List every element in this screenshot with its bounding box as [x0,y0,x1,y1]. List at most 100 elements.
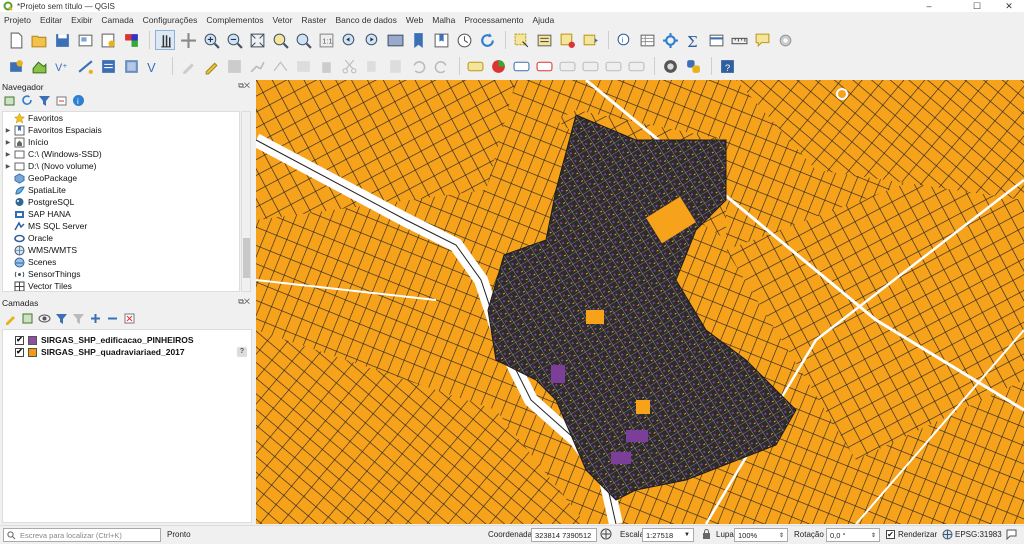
map-render[interactable] [256,80,1024,524]
show-bookmarks-icon[interactable] [431,30,451,50]
menu-item[interactable]: Processamento [464,15,523,25]
change-label-icon[interactable] [626,56,646,76]
open-project-icon[interactable] [29,30,49,50]
rotation-field[interactable]: 0,0 ° ⇕ [826,528,880,542]
collapse-all-icon[interactable] [55,94,68,107]
expand-arrow-icon[interactable]: ▶ [3,127,13,134]
pan-to-selection-icon[interactable] [178,30,198,50]
menu-item[interactable]: Complementos [206,15,263,25]
properties-info-icon[interactable]: i [72,94,85,107]
render-checkbox[interactable]: ✔ [886,530,895,539]
new-bookmark-icon[interactable] [408,30,428,50]
vertex-tool-icon[interactable] [270,56,290,76]
dock-controls-icon[interactable]: ⧉✕ [238,81,250,91]
new-project-icon[interactable] [6,30,26,50]
browser-item-sap-hana[interactable]: SAP HANA [3,208,239,220]
filter-legend-icon[interactable] [55,312,68,325]
zoom-next-icon[interactable] [362,30,382,50]
crs-globe-icon[interactable] [942,529,953,542]
locator-search-input[interactable]: Escreva para localizar (Ctrl+K) [3,528,161,542]
zoom-full-icon[interactable] [247,30,267,50]
scale-field[interactable]: 1:27518 ▼ [642,528,694,542]
map-canvas[interactable] [256,80,1024,524]
cut-features-icon[interactable] [339,56,359,76]
identify-features-icon[interactable]: i [614,30,634,50]
menu-item[interactable]: Malha [432,15,455,25]
select-by-location-icon[interactable] [580,30,600,50]
browser-item-home[interactable]: ▶ Início [3,136,239,148]
browser-item-geopackage[interactable]: GeoPackage [3,172,239,184]
add-group-icon[interactable] [21,312,34,325]
new-map-view-icon[interactable] [385,30,405,50]
add-mesh-layer-icon[interactable] [75,56,95,76]
new-print-layout-icon[interactable] [75,30,95,50]
crs-label[interactable]: EPSG:31983 [955,530,1002,539]
rotate-label-icon[interactable] [603,56,623,76]
browser-item-drive[interactable]: ▶ C:\ (Windows-SSD) [3,148,239,160]
highlight-pinned-labels-icon[interactable] [511,56,531,76]
manage-map-themes-icon[interactable] [38,312,51,325]
extents-toggle-icon[interactable] [600,528,612,542]
zoom-last-icon[interactable] [339,30,359,50]
browser-item-sensorthings[interactable]: SensorThings [3,268,239,280]
add-virtual-layer-icon[interactable]: V [144,56,164,76]
digitize-line-icon[interactable] [247,56,267,76]
chevron-down-icon[interactable]: ▼ [684,532,690,538]
layer-symbol-swatch[interactable] [28,335,37,345]
copy-features-icon[interactable] [362,56,382,76]
expand-arrow-icon[interactable]: ▶ [3,163,13,170]
browser-item-drive[interactable]: ▶ D:\ (Novo volume) [3,160,239,172]
zoom-in-icon[interactable] [201,30,221,50]
browser-item-spatialite[interactable]: SpatiaLite [3,184,239,196]
refresh-icon[interactable] [21,94,34,107]
zoom-to-selection-icon[interactable] [270,30,290,50]
menu-item[interactable]: Vetor [273,15,293,25]
menu-item[interactable]: Camada [101,15,133,25]
layer-item-quadraviaria[interactable]: ✔ SIRGAS_SHP_quadraviariaed_2017 ? [3,346,251,358]
collapse-all-icon[interactable] [106,312,119,325]
dock-controls-icon[interactable]: ⧉✕ [238,297,250,307]
layer-visibility-checkbox[interactable]: ✔ [15,347,24,357]
measure-line-icon[interactable] [729,30,749,50]
current-edits-icon[interactable] [178,56,198,76]
settings-gear-icon[interactable] [775,30,795,50]
processing-toolbox-icon[interactable] [660,30,680,50]
magnifier-field[interactable]: 100% ⇕ [734,528,788,542]
save-project-icon[interactable] [52,30,72,50]
spin-arrows-icon[interactable]: ⇕ [871,532,876,539]
statistics-summary-icon[interactable]: Σ [683,30,703,50]
zoom-native-icon[interactable]: 1:1 [316,30,336,50]
add-delimited-text-icon[interactable] [98,56,118,76]
scrollbar-thumb[interactable] [243,238,250,278]
move-label-icon[interactable] [580,56,600,76]
layer-styling-icon[interactable] [4,312,17,325]
open-attribute-table-icon[interactable] [637,30,657,50]
expand-all-icon[interactable] [89,312,102,325]
deselect-features-icon[interactable] [557,30,577,50]
pin-labels-icon[interactable] [534,56,554,76]
menu-item[interactable]: Ajuda [532,15,554,25]
add-geopackage-icon[interactable] [121,56,141,76]
pan-map-icon[interactable] [155,30,175,50]
menu-item[interactable]: Banco de dados [335,15,396,25]
add-selected-layers-icon[interactable] [4,94,17,107]
browser-item-spatial-bookmark[interactable]: ▶ Favoritos Espaciais [3,124,239,136]
show-hide-labels-icon[interactable] [557,56,577,76]
label-toolbar-icon[interactable] [465,56,485,76]
maximize-button[interactable]: ☐ [962,0,992,12]
browser-item-mssql[interactable]: MS SQL Server [3,220,239,232]
menu-item[interactable]: Editar [40,15,62,25]
paste-features-icon[interactable] [385,56,405,76]
style-manager-icon[interactable] [121,30,141,50]
attribute-form-icon[interactable] [706,30,726,50]
spin-arrows-icon[interactable]: ⇕ [779,532,784,539]
messages-icon[interactable] [1006,529,1017,542]
select-features-icon[interactable] [511,30,531,50]
temporal-controller-icon[interactable] [454,30,474,50]
plugins-icon[interactable] [660,56,680,76]
layer-visibility-checkbox[interactable]: ✔ [15,335,24,345]
browser-item-star[interactable]: Favoritos [3,112,239,124]
toggle-editing-icon[interactable] [201,56,221,76]
layer-notice-icon[interactable]: ? [237,347,247,357]
menu-item[interactable]: Projeto [4,15,31,25]
